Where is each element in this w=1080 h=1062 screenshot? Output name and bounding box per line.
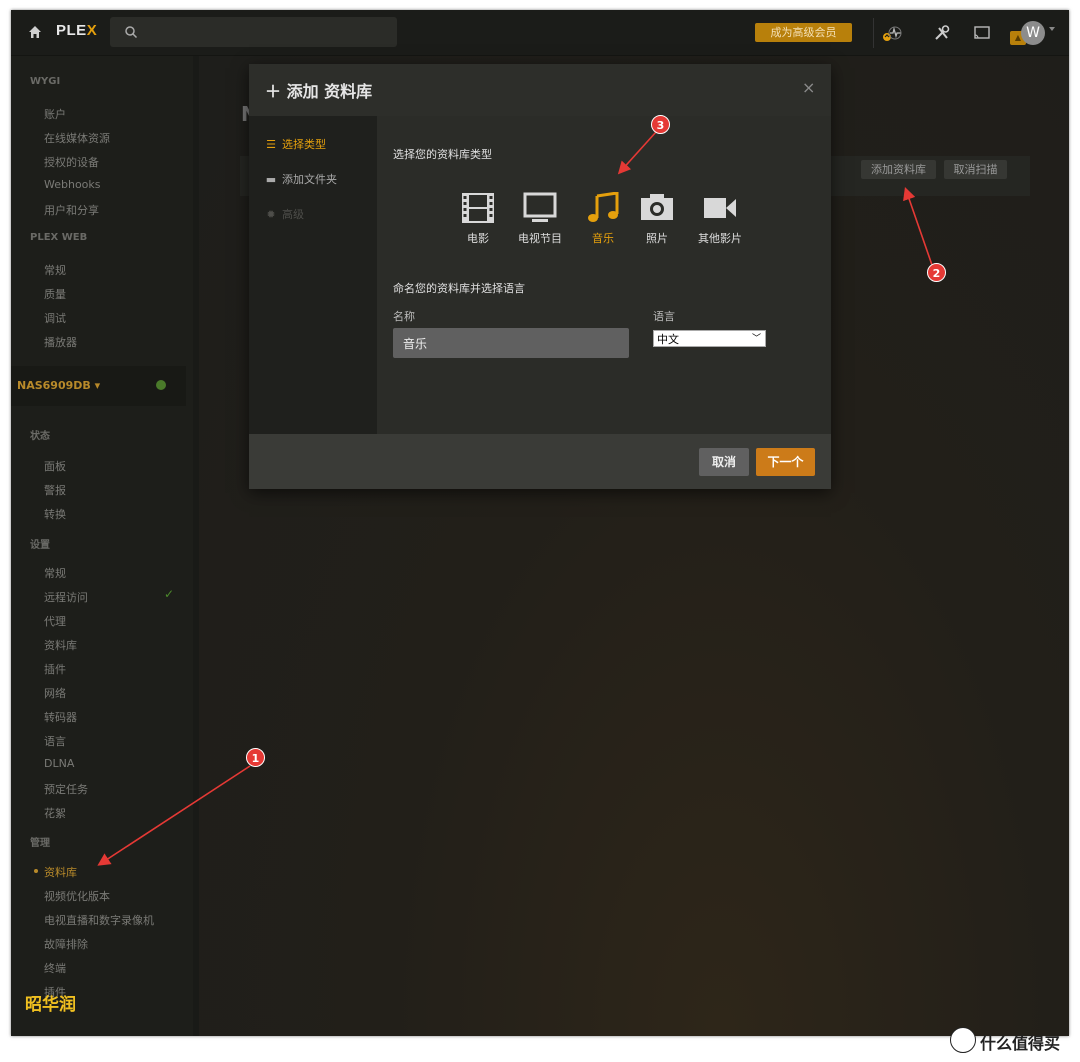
arrow-2 xyxy=(903,186,933,266)
arrow-1 xyxy=(97,765,251,866)
corner-watermark-icon xyxy=(950,1027,976,1053)
annotation-marker-3: 3 xyxy=(651,115,670,134)
annotation-arrows xyxy=(97,131,933,866)
corner-watermark-text: 什么值得买 xyxy=(980,1034,1061,1053)
arrow-3 xyxy=(617,131,657,175)
annotation-marker-1: 1 xyxy=(246,748,265,767)
annotation-marker-2: 2 xyxy=(927,263,946,282)
